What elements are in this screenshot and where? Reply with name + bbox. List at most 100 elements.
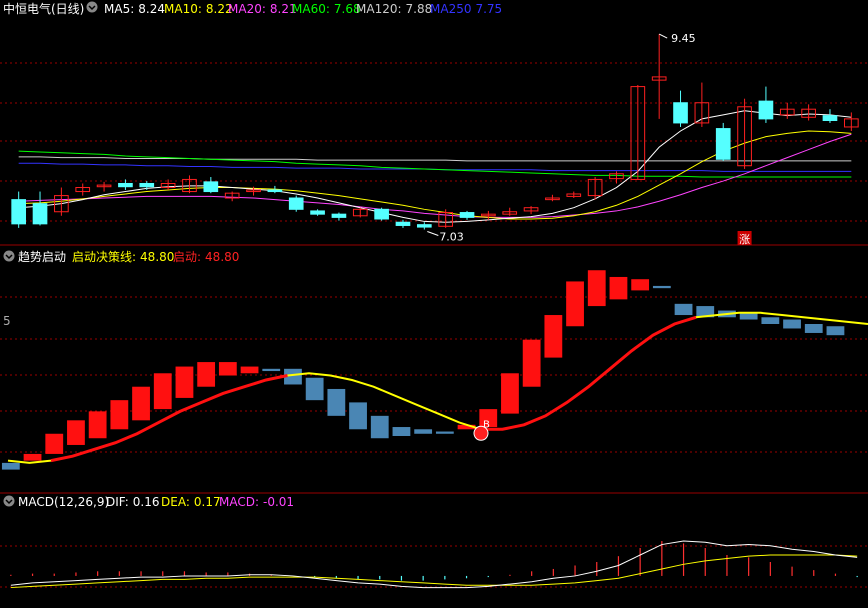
indicator-ma60: MA60: 7.68 <box>292 2 361 16</box>
trend-bar-up <box>175 366 194 398</box>
trend-bar-up <box>23 453 42 461</box>
trend-bar-up <box>501 373 519 414</box>
candle-body <box>459 212 475 218</box>
candle-down <box>715 122 731 161</box>
candle-body <box>32 203 48 225</box>
candle-down <box>395 219 411 228</box>
candle-down <box>758 86 774 123</box>
indicator-label: MA60: <box>292 2 330 16</box>
trend-bar-up <box>153 373 172 410</box>
candle-body <box>673 102 688 124</box>
trend-bar-up <box>67 420 85 445</box>
buy-signal-label: B <box>483 419 490 430</box>
candle-up <box>737 98 752 169</box>
ma5-line <box>18 110 852 223</box>
indicator-start: 启动: 48.80 <box>173 250 239 264</box>
trend-bar-down <box>435 431 454 434</box>
indicator-ma20: MA20: 8.21 <box>228 2 297 16</box>
candle-up <box>609 171 624 184</box>
candle-up <box>694 82 710 127</box>
trend-bar-up <box>197 362 216 387</box>
price-indicators: MA5: 8.24 MA10: 8.22 MA20: 8.21 MA60: 7.68 M… <box>104 2 502 16</box>
trend-bar-up <box>566 281 584 327</box>
indicator-value: 0.16 <box>133 495 160 509</box>
indicator-value: 7.88 <box>406 2 433 16</box>
price-panel-header: 中恒电气(日线) MA5: 8.24 MA10: 8.22 MA20: 8.21 MA… <box>3 1 502 16</box>
macd-plot <box>10 540 858 589</box>
trend-bar-down <box>739 312 758 320</box>
candle-body <box>118 182 133 188</box>
candle-body <box>416 224 432 228</box>
candle-up <box>545 194 560 202</box>
indicator-value: 7.75 <box>475 2 502 16</box>
candle-down <box>203 177 219 194</box>
dea-line <box>10 554 858 589</box>
indicator-ma5: MA5: 8.24 <box>104 2 165 16</box>
candle-down <box>822 109 838 123</box>
candle-up <box>566 191 582 199</box>
trend-bar-down <box>414 429 433 434</box>
trend-bar-up <box>587 270 606 307</box>
indicator-value: 0.17 <box>194 495 221 509</box>
low-marker-label: 7.03 <box>439 231 464 244</box>
indicator-macd: MACD: -0.01 <box>219 495 294 509</box>
indicator-dif: DIF: 0.16 <box>106 495 160 509</box>
trend-bar-down <box>652 285 671 289</box>
trend-bar-down <box>327 388 346 416</box>
indicator-value: -0.01 <box>263 495 294 509</box>
chevron-down-icon[interactable] <box>3 495 15 507</box>
candle-up <box>651 34 667 119</box>
trend-bar-down <box>674 303 693 316</box>
chevron-down-icon[interactable] <box>86 1 98 13</box>
candle-down <box>459 210 475 220</box>
candle-up <box>523 206 539 215</box>
macd-panel-header: MACD(12,26,9) DIF: 0.16 DEA: 0.17 MACD: -0.… <box>3 495 294 509</box>
candle-down <box>331 212 347 221</box>
indicator-ma120: MA120: 7.88 <box>356 2 432 16</box>
high-marker-arrow <box>658 33 668 39</box>
candle-body <box>267 189 283 193</box>
candle-down <box>11 191 27 228</box>
trend-bar-down <box>826 326 845 336</box>
trend-bar-down <box>370 415 389 439</box>
indicator-label: DEA: <box>161 495 190 509</box>
indicator-label: MA20: <box>228 2 266 16</box>
ma250-line <box>18 162 852 172</box>
trend-bar-down <box>761 317 780 324</box>
limit-up-badge-label: 涨 <box>739 233 750 246</box>
candle-up <box>182 175 197 194</box>
indicator-ma10: MA10: 8.22 <box>164 2 233 16</box>
indicator-label: MA10: <box>164 2 202 16</box>
trend-bar-up <box>110 400 129 430</box>
trend-bar-down <box>305 377 324 401</box>
indicator-label: MACD: <box>219 495 259 509</box>
candle-body <box>310 210 325 215</box>
trend-plot: B <box>1 270 868 470</box>
candle-down <box>374 207 389 221</box>
indicator-value: 8.24 <box>138 2 165 16</box>
chevron-down-icon[interactable] <box>3 250 15 262</box>
indicator-ma250: MA250 7.75 <box>430 2 502 16</box>
candle-up <box>75 183 91 196</box>
trend-bar-up <box>522 339 541 387</box>
trend-bar-down <box>349 402 367 430</box>
indicator-label: 启动: <box>173 250 201 264</box>
indicator-value: 48.80 <box>140 250 174 264</box>
candle-body <box>395 221 411 226</box>
trend-panel-header: 趋势启动 启动决策线: 48.80 启动: 48.80 5 <box>3 250 239 328</box>
trend-bar-down <box>1 462 20 470</box>
candle-up <box>779 102 795 119</box>
candle-up <box>843 112 859 131</box>
low-marker-arrow <box>427 231 439 236</box>
candle-body <box>11 199 27 225</box>
trend-bar-up <box>631 279 650 291</box>
candle-down <box>32 191 48 226</box>
candle-up <box>160 179 176 190</box>
indicator-label: DIF: <box>106 495 129 509</box>
candle-up <box>96 181 112 192</box>
indicator-dea: DEA: 0.17 <box>161 495 221 509</box>
trend-bar-down <box>804 324 823 333</box>
candle-down <box>416 222 432 230</box>
indicator-label: 启动决策线: <box>72 250 136 264</box>
candle-up <box>224 191 240 202</box>
